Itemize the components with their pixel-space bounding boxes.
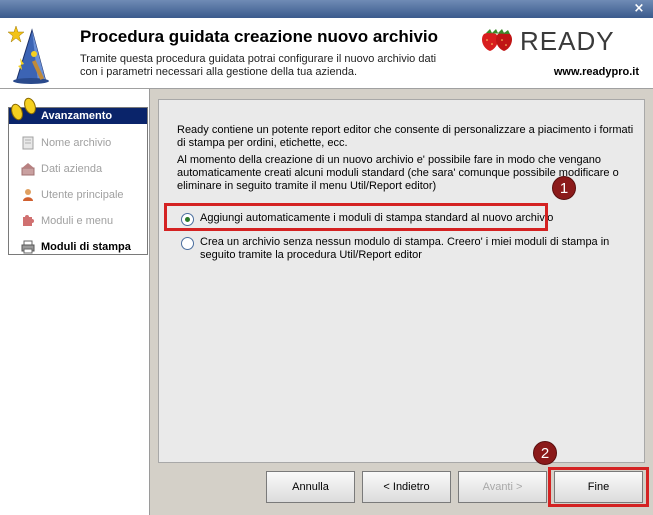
document-icon <box>22 136 34 150</box>
highlight-option-1 <box>164 203 548 231</box>
wizard-header: Procedura guidata creazione nuovo archiv… <box>0 18 653 89</box>
step-label: Moduli di stampa <box>41 241 131 253</box>
annotation-badge-1: 1 <box>552 176 576 200</box>
website-link: www.readypro.it <box>553 66 639 78</box>
step-label: Nome archivio <box>41 137 112 149</box>
step-moduli-stampa: Moduli di stampa <box>21 238 147 256</box>
options-box: Ready contiene un potente report editor … <box>158 99 645 463</box>
footsteps-icon <box>11 97 36 121</box>
wizard-hat-icon <box>7 25 49 84</box>
intro-text: Ready contiene un potente report editor … <box>177 124 634 149</box>
brand-logo-text: READY <box>520 26 615 56</box>
close-button[interactable]: × <box>631 1 647 17</box>
cancel-button[interactable]: Annulla <box>266 471 355 503</box>
step-dati-azienda: Dati azienda <box>21 160 147 178</box>
step-utente-principale: Utente principale <box>21 186 147 204</box>
progress-panel: Avanzamento Nome archivio Dati azienda U… <box>8 97 148 256</box>
progress-title: Avanzamento <box>41 110 113 122</box>
step-moduli-menu: Moduli e menu <box>21 212 147 230</box>
step-label: Moduli e menu <box>41 215 114 227</box>
step-label: Dati azienda <box>41 163 103 175</box>
annotation-badge-2: 2 <box>533 441 557 465</box>
company-icon <box>21 163 35 176</box>
page-title: Procedura guidata creazione nuovo archiv… <box>80 27 439 46</box>
sidebar: Avanzamento Nome archivio Dati azienda U… <box>0 89 150 515</box>
puzzle-icon <box>23 215 34 226</box>
title-bar: × <box>0 0 653 18</box>
next-button[interactable]: Avanti > <box>458 471 547 503</box>
progress-header: Avanzamento <box>9 97 147 124</box>
highlight-finish <box>548 467 649 507</box>
radio-button[interactable] <box>181 237 194 250</box>
back-button[interactable]: < Indietro <box>362 471 451 503</box>
printer-icon <box>21 240 35 254</box>
step-label: Utente principale <box>41 189 124 201</box>
step-nome-archivio: Nome archivio <box>21 134 147 152</box>
content-panel: Ready contiene un potente report editor … <box>153 89 653 515</box>
option-label: Crea un archivio senza nessun modulo di … <box>200 236 610 261</box>
header-description: Tramite questa procedura guidata potrai … <box>80 53 437 78</box>
user-icon <box>23 189 33 201</box>
